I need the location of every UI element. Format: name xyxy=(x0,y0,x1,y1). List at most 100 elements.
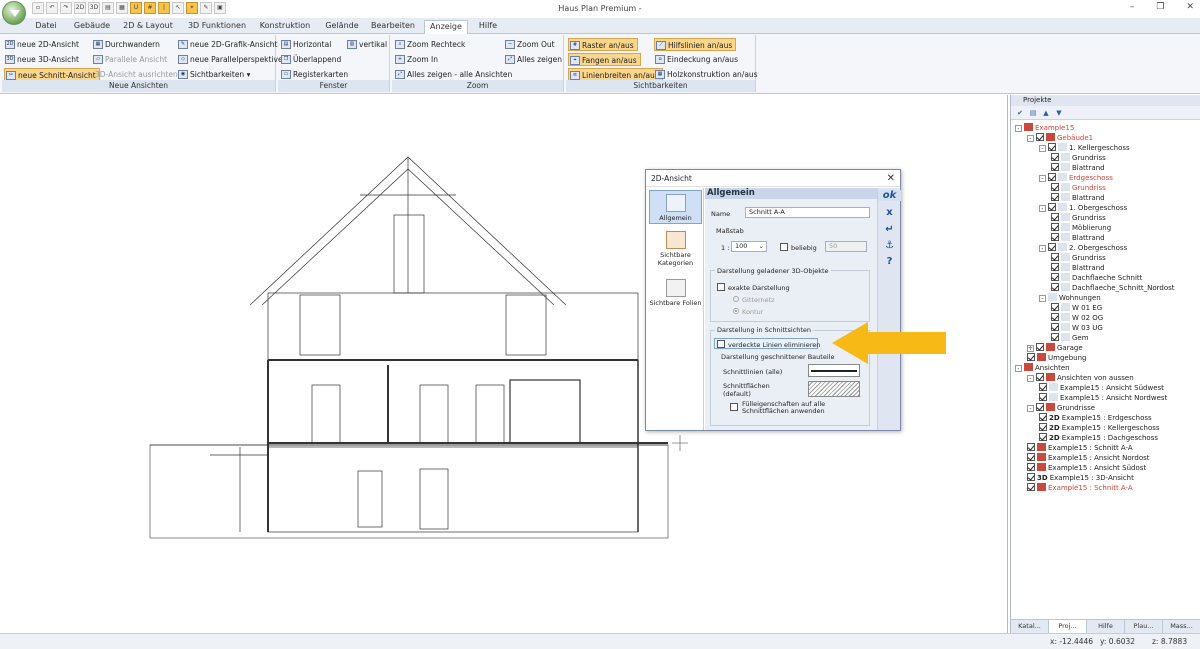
tree-item[interactable]: - Grundrisse xyxy=(1027,403,1095,413)
show-all-button[interactable]: ⤢ Alles zeigen xyxy=(504,53,565,66)
close-icon[interactable]: ✕ xyxy=(887,170,895,187)
tree-item[interactable]: Dachflaeche Schnitt xyxy=(1051,273,1142,283)
tree-item[interactable]: - Ansichten xyxy=(1015,363,1070,373)
tree-item[interactable]: - Ansichten von aussen xyxy=(1027,373,1134,383)
tab-katalog[interactable]: Katal... xyxy=(1011,620,1049,633)
walkthrough-button[interactable]: ▦ Durchwandern xyxy=(92,38,163,51)
tree-checkbox[interactable] xyxy=(1048,203,1056,211)
tree-checkbox[interactable] xyxy=(1039,413,1047,421)
tree-item[interactable]: W 03 UG xyxy=(1051,323,1103,333)
tab-2d-layout[interactable]: 2D & Layout xyxy=(120,20,176,34)
zoom-out-button[interactable]: − Zoom Out xyxy=(504,38,558,51)
tree-checkbox[interactable] xyxy=(1048,243,1056,251)
tree-item[interactable]: 3D Example15 : 3D-Ansicht xyxy=(1027,473,1134,483)
help-button[interactable]: ? xyxy=(878,256,901,267)
tree-item[interactable]: Grundriss xyxy=(1051,213,1106,223)
tree-item[interactable]: - Gebäude1 xyxy=(1027,133,1093,143)
tree-item[interactable]: W 02 OG xyxy=(1051,313,1103,323)
tree-item[interactable]: Example15 : Schnitt A-A xyxy=(1027,483,1133,493)
tree-checkbox[interactable] xyxy=(1027,483,1035,491)
collapse-icon[interactable]: - xyxy=(1015,365,1022,372)
tree-item[interactable]: Example15 : Schnitt A-A xyxy=(1027,443,1133,453)
tree-checkbox[interactable] xyxy=(1051,153,1059,161)
beliebig-checkbox[interactable]: beliebig xyxy=(780,243,817,252)
tree-checkbox[interactable] xyxy=(1036,133,1044,141)
tree-checkbox[interactable] xyxy=(1051,263,1059,271)
move-up-icon[interactable]: ▲ xyxy=(1041,108,1051,118)
tree-checkbox[interactable] xyxy=(1027,463,1035,471)
raster-toggle[interactable]: # Raster an/aus xyxy=(568,38,638,51)
tree-checkbox[interactable] xyxy=(1051,163,1059,171)
tree-checkbox[interactable] xyxy=(1027,453,1035,461)
collapse-icon[interactable]: - xyxy=(1039,145,1046,152)
tree-item[interactable]: Example15 : Ansicht Nordost xyxy=(1027,453,1150,463)
tree-item[interactable]: Example15 : Ansicht Nordwest xyxy=(1039,393,1167,403)
tree-item[interactable]: Umgebung xyxy=(1027,353,1086,363)
app-menu-button[interactable] xyxy=(2,1,26,25)
tree-checkbox[interactable] xyxy=(1051,323,1059,331)
tree-item[interactable]: - Erdgeschoss xyxy=(1039,173,1113,183)
tree-item[interactable]: - 1. Kellergeschoss xyxy=(1039,143,1130,153)
tree-item[interactable]: - 1. Obergeschoss xyxy=(1039,203,1127,213)
tree-checkbox[interactable] xyxy=(1051,313,1059,321)
tree-item[interactable]: Example15 : Ansicht Südost xyxy=(1027,463,1146,473)
tree-item[interactable]: Möblierung xyxy=(1051,223,1111,233)
collapse-icon[interactable]: - xyxy=(1039,295,1046,302)
collapse-icon[interactable]: - xyxy=(1027,405,1034,412)
side-kategorien[interactable]: Sichtbare Kategorien xyxy=(649,228,702,268)
tab-konstruktion[interactable]: Konstruktion xyxy=(256,20,314,34)
collapse-icon[interactable]: - xyxy=(1039,205,1046,212)
verdeckte-checkbox[interactable]: verdeckte Linien eliminieren xyxy=(717,340,820,349)
tree-item[interactable]: Grundriss xyxy=(1051,253,1106,263)
tab-anzeige[interactable]: Anzeige xyxy=(424,20,468,34)
tree-item[interactable]: - Wohnungen xyxy=(1039,293,1101,303)
cancel-button[interactable]: x xyxy=(878,207,901,218)
tab-hilfe[interactable]: Hilfe xyxy=(474,20,502,34)
tree-checkbox[interactable] xyxy=(1051,333,1059,341)
tab-masse[interactable]: Mass... xyxy=(1163,620,1200,633)
side-allgemein[interactable]: Allgemein xyxy=(649,190,702,224)
verdeckte-box[interactable] xyxy=(717,340,725,348)
tab-plaene[interactable]: Plau... xyxy=(1125,620,1163,633)
scale-select[interactable]: 100 ⌄ xyxy=(731,241,767,252)
properties-icon[interactable]: ▤ xyxy=(1028,108,1038,118)
tree-checkbox[interactable] xyxy=(1051,233,1059,241)
close-icon[interactable]: ✕ xyxy=(1186,2,1194,12)
kontur-radio[interactable]: Kontur xyxy=(733,308,763,316)
schnittlinien-swatch[interactable] xyxy=(808,364,860,377)
tab-projekte[interactable]: Proj... xyxy=(1049,620,1087,633)
tab-gebaeude[interactable]: Gebäude xyxy=(70,20,114,34)
tree-checkbox[interactable] xyxy=(1051,223,1059,231)
tree-checkbox[interactable] xyxy=(1048,173,1056,181)
tree-item[interactable]: Blattrand xyxy=(1051,263,1105,273)
tab-datei[interactable]: Datei xyxy=(32,20,60,34)
tree-checkbox[interactable] xyxy=(1051,303,1059,311)
collapse-icon[interactable]: - xyxy=(1039,175,1046,182)
parallel-view-button[interactable]: ▱ Parallele Ansicht xyxy=(92,53,170,66)
side-folien[interactable]: Sichtbare Folien xyxy=(649,276,702,310)
tree-checkbox[interactable] xyxy=(1039,383,1047,391)
collapse-icon[interactable]: - xyxy=(1015,125,1022,132)
new-parallel-perspective-button[interactable]: ◇ neue Parallelperspektive xyxy=(177,53,286,66)
helper-lines-toggle[interactable]: ⟋ Hilfslinien an/aus xyxy=(654,38,737,51)
vertical-button[interactable]: ▥ vertikal xyxy=(346,38,390,51)
exakte-checkbox[interactable]: exakte Darstellung xyxy=(717,283,790,292)
tree-item[interactable]: Grundriss xyxy=(1051,153,1106,163)
tree-checkbox[interactable] xyxy=(1036,373,1044,381)
tree-item[interactable]: Example15 : Ansicht Südwest xyxy=(1039,383,1164,393)
tree-checkbox[interactable] xyxy=(1048,143,1056,151)
name-input[interactable]: Schnitt A-A xyxy=(745,207,870,218)
beliebig-input[interactable]: 50 xyxy=(825,241,867,252)
ok-button[interactable]: ok xyxy=(878,190,901,201)
tree-item[interactable]: Blattrand xyxy=(1051,193,1105,203)
tree-item[interactable]: Blattrand xyxy=(1051,233,1105,243)
zoom-rectangle-button[interactable]: ⌕ Zoom Rechteck xyxy=(394,38,468,51)
apply-button[interactable]: ↵ xyxy=(878,224,901,235)
tree-checkbox[interactable] xyxy=(1051,183,1059,191)
gitternetz-radio[interactable]: Gitternetz xyxy=(733,296,775,304)
expand-icon[interactable]: + xyxy=(1027,345,1034,352)
check-icon[interactable]: ✔ xyxy=(1015,108,1025,118)
tree-item[interactable]: - 2. Obergeschoss xyxy=(1039,243,1127,253)
tab-gelaende[interactable]: Gelände xyxy=(320,20,364,34)
tab-bearbeiten[interactable]: Bearbeiten xyxy=(368,20,418,34)
